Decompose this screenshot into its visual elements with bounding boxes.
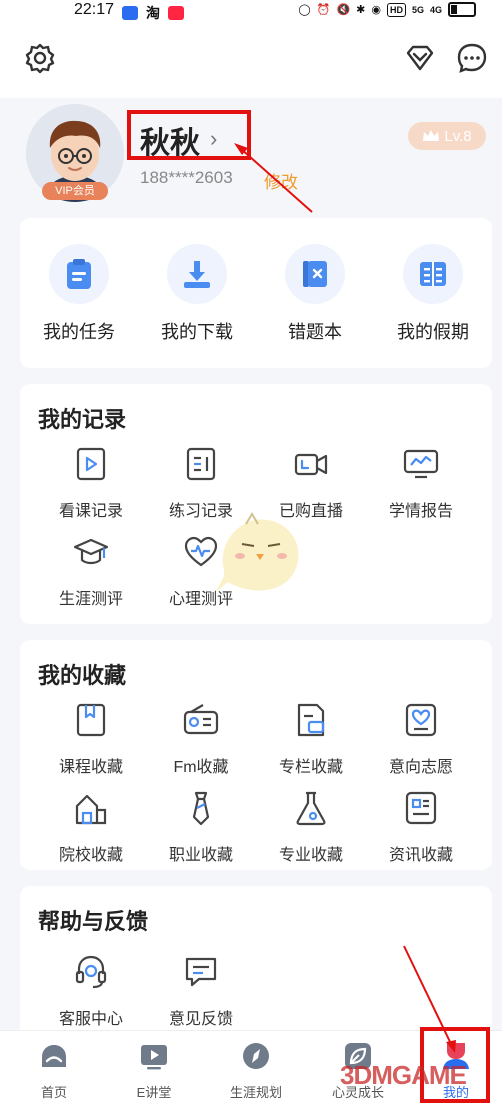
drop-icon: ◯ xyxy=(298,4,311,16)
wrong-book-icon xyxy=(303,261,327,287)
fav-courses[interactable]: 课程收藏 xyxy=(36,702,146,777)
home-icon xyxy=(42,1045,66,1067)
xiaohongshu-icon xyxy=(168,6,184,20)
record-label: 学情报告 xyxy=(388,503,453,520)
profile-header: VIP会员 秋秋 › 188****2603 修改 Lv.8 xyxy=(0,98,502,208)
watermark-logo: 3DMGAME xyxy=(340,1060,467,1090)
column-doc-icon xyxy=(297,703,325,737)
feedback-chat-icon xyxy=(185,957,217,987)
fav-columns[interactable]: 专栏收藏 xyxy=(256,702,366,777)
help-label: 意见反馈 xyxy=(168,1011,233,1028)
tab-career-planning[interactable]: 生涯规划 xyxy=(216,1041,296,1101)
quick-action-holiday[interactable]: 我的假期 xyxy=(374,244,492,344)
record-study-report[interactable]: 学情报告 xyxy=(366,446,476,521)
fav-fm[interactable]: Fm收藏 xyxy=(146,702,256,777)
mascot-chick-icon xyxy=(216,512,299,592)
clipboard-icon xyxy=(67,259,91,289)
signal-4g-icon: 4G xyxy=(429,4,442,15)
record-label: 生涯测评 xyxy=(58,591,123,608)
help-customer-service[interactable]: 客服中心 xyxy=(36,954,146,1029)
battery-icon xyxy=(448,2,476,17)
tiktok-icon xyxy=(122,6,138,20)
vip-badge: VIP会员 xyxy=(42,182,108,200)
school-building-icon xyxy=(75,794,107,825)
quick-action-downloads[interactable]: 我的下载 xyxy=(138,244,256,344)
phone-number: 188****2603 xyxy=(140,168,233,187)
tab-label: 生涯规划 xyxy=(229,1085,282,1100)
fav-label: Fm收藏 xyxy=(173,759,229,776)
heart-card-icon xyxy=(405,703,437,737)
taobao-icon: 淘 xyxy=(146,5,160,21)
quick-action-label: 我的任务 xyxy=(43,322,115,342)
wifi-icon: ◉ xyxy=(371,4,381,16)
quick-action-tasks[interactable]: 我的任务 xyxy=(20,244,138,344)
level-text: Lv.8 xyxy=(444,127,472,145)
fav-intentions[interactable]: 意向志愿 xyxy=(366,702,476,777)
favorites-title: 我的收藏 xyxy=(38,663,127,688)
records-title: 我的记录 xyxy=(38,407,127,432)
help-title: 帮助与反馈 xyxy=(38,909,149,934)
tab-label: E讲堂 xyxy=(136,1085,172,1100)
flask-icon xyxy=(296,791,326,826)
signal-5g-icon: 5G xyxy=(411,4,424,15)
graduation-cap-icon xyxy=(73,538,109,565)
fav-label: 职业收藏 xyxy=(168,847,233,864)
favorites-card: 我的收藏 课程收藏 Fm收藏 专栏收藏 意向志愿 院校收藏 职业收藏 专业收藏 … xyxy=(20,640,492,870)
quick-action-label: 我的假期 xyxy=(397,322,469,342)
fav-news[interactable]: 资讯收藏 xyxy=(366,790,476,865)
annotation-box-name xyxy=(127,110,251,160)
record-career-assessment[interactable]: 生涯测评 xyxy=(36,534,146,609)
tab-e-lecture[interactable]: E讲堂 xyxy=(114,1041,194,1101)
hd-icon: HD xyxy=(386,2,406,17)
tab-label: 首页 xyxy=(40,1085,67,1100)
message-icon[interactable] xyxy=(454,40,490,76)
alarm-icon: ⏰ xyxy=(316,4,331,16)
fav-label: 资讯收藏 xyxy=(388,847,453,864)
holiday-book-icon xyxy=(420,262,446,286)
bluetooth-icon: ✱ xyxy=(356,4,366,16)
help-label: 客服中心 xyxy=(58,1011,123,1028)
crown-icon xyxy=(423,130,440,141)
download-icon xyxy=(184,261,210,288)
video-play-icon xyxy=(141,1045,167,1070)
tab-home[interactable]: 首页 xyxy=(14,1041,94,1101)
course-bookmark-icon xyxy=(76,703,106,737)
fav-label: 课程收藏 xyxy=(58,759,123,776)
diamond-icon[interactable] xyxy=(402,40,438,76)
quick-action-label: 错题本 xyxy=(288,322,342,342)
help-card: 帮助与反馈 客服中心 意见反馈 xyxy=(20,886,492,1046)
quick-action-label: 我的下载 xyxy=(161,322,233,342)
quick-actions-card: 我的任务 我的下载 错题本 我的假期 xyxy=(20,218,492,368)
status-time: 22:17 xyxy=(74,1,115,18)
headset-icon xyxy=(75,955,107,989)
settings-gear-icon[interactable] xyxy=(22,40,58,76)
live-video-icon xyxy=(294,453,328,476)
mute-icon: 🔇 xyxy=(336,4,351,16)
fav-label: 院校收藏 xyxy=(58,847,123,864)
fav-label: 意向志愿 xyxy=(388,759,453,776)
tie-icon xyxy=(192,791,210,826)
practice-record-icon xyxy=(186,447,216,481)
help-feedback[interactable]: 意见反馈 xyxy=(146,954,256,1029)
report-monitor-icon xyxy=(403,449,439,479)
news-icon xyxy=(405,791,437,825)
compass-icon xyxy=(243,1043,269,1069)
record-label: 看课记录 xyxy=(58,503,123,520)
fav-label: 专业收藏 xyxy=(278,847,343,864)
fav-majors[interactable]: 专业收藏 xyxy=(256,790,366,865)
quick-action-wrong-book[interactable]: 错题本 xyxy=(256,244,374,344)
edit-phone-link[interactable]: 修改 xyxy=(264,168,298,193)
status-bar: 22:17 淘 ◯ ⏰ 🔇 ✱ ◉ HD 5G 4G xyxy=(0,0,502,22)
record-watch-history[interactable]: 看课记录 xyxy=(36,446,146,521)
fav-careers[interactable]: 职业收藏 xyxy=(146,790,256,865)
fav-label: 专栏收藏 xyxy=(278,759,343,776)
radio-icon xyxy=(183,704,219,735)
level-badge[interactable]: Lv.8 xyxy=(408,122,486,150)
fav-schools[interactable]: 院校收藏 xyxy=(36,790,146,865)
top-bar xyxy=(0,22,502,98)
play-record-icon xyxy=(76,447,106,481)
